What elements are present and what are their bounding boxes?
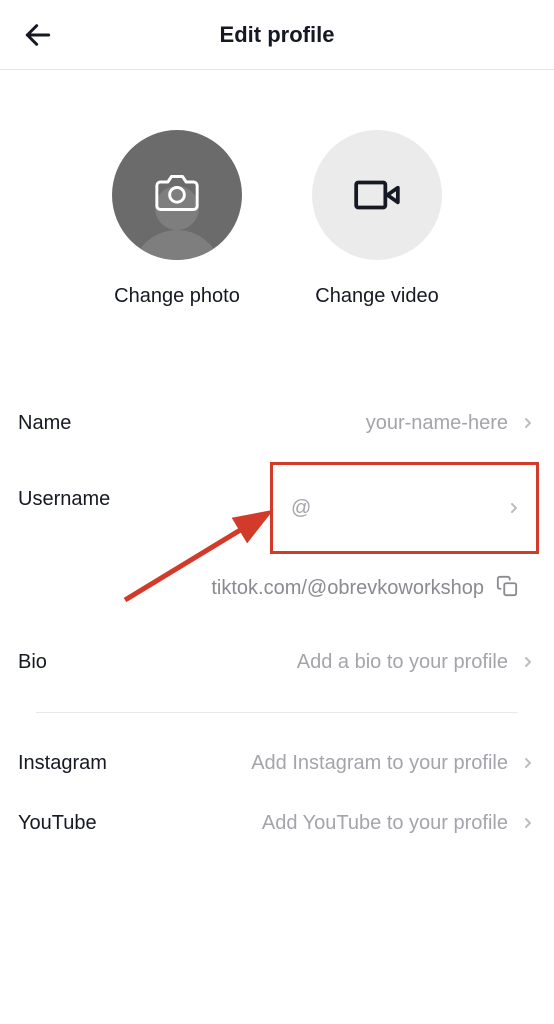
header: Edit profile — [0, 0, 554, 70]
instagram-row[interactable]: Instagram Add Instagram to your profile — [18, 733, 536, 793]
chevron-right-icon — [520, 654, 536, 670]
back-button[interactable] — [20, 17, 56, 53]
change-video-label: Change video — [315, 285, 438, 308]
profile-link-text: tiktok.com/@obrevkoworkshop — [211, 577, 484, 600]
bio-row[interactable]: Bio Add a bio to your profile — [18, 632, 536, 692]
copy-button[interactable] — [496, 575, 518, 602]
chevron-right-icon — [506, 500, 522, 516]
change-photo-button[interactable]: Change photo — [112, 130, 242, 308]
page-title: Edit profile — [220, 22, 335, 48]
bio-label: Bio — [18, 651, 47, 674]
instagram-placeholder: Add Instagram to your profile — [251, 752, 508, 775]
youtube-row[interactable]: YouTube Add YouTube to your profile — [18, 793, 536, 853]
media-section: Change photo Change video — [0, 70, 554, 348]
camera-icon — [155, 171, 199, 215]
name-label: Name — [18, 412, 71, 435]
name-row[interactable]: Name your-name-here — [18, 393, 536, 453]
back-arrow-icon — [22, 19, 54, 51]
divider — [36, 712, 518, 713]
change-video-button[interactable]: Change video — [312, 130, 442, 308]
copy-icon — [496, 575, 518, 597]
name-value: your-name-here — [366, 412, 508, 435]
video-icon — [352, 170, 402, 220]
chevron-right-icon — [520, 815, 536, 831]
username-highlight-box: @ — [270, 462, 539, 554]
chevron-right-icon — [520, 755, 536, 771]
bio-placeholder: Add a bio to your profile — [297, 651, 508, 674]
chevron-right-icon — [520, 415, 536, 431]
youtube-placeholder: Add YouTube to your profile — [262, 812, 508, 835]
avatar-placeholder — [112, 130, 242, 260]
instagram-label: Instagram — [18, 752, 107, 775]
username-label: Username — [18, 488, 110, 511]
profile-link-row: tiktok.com/@obrevkoworkshop — [18, 545, 536, 632]
username-value: @ — [281, 497, 311, 520]
change-photo-label: Change photo — [114, 285, 240, 308]
youtube-label: YouTube — [18, 812, 97, 835]
video-placeholder — [312, 130, 442, 260]
